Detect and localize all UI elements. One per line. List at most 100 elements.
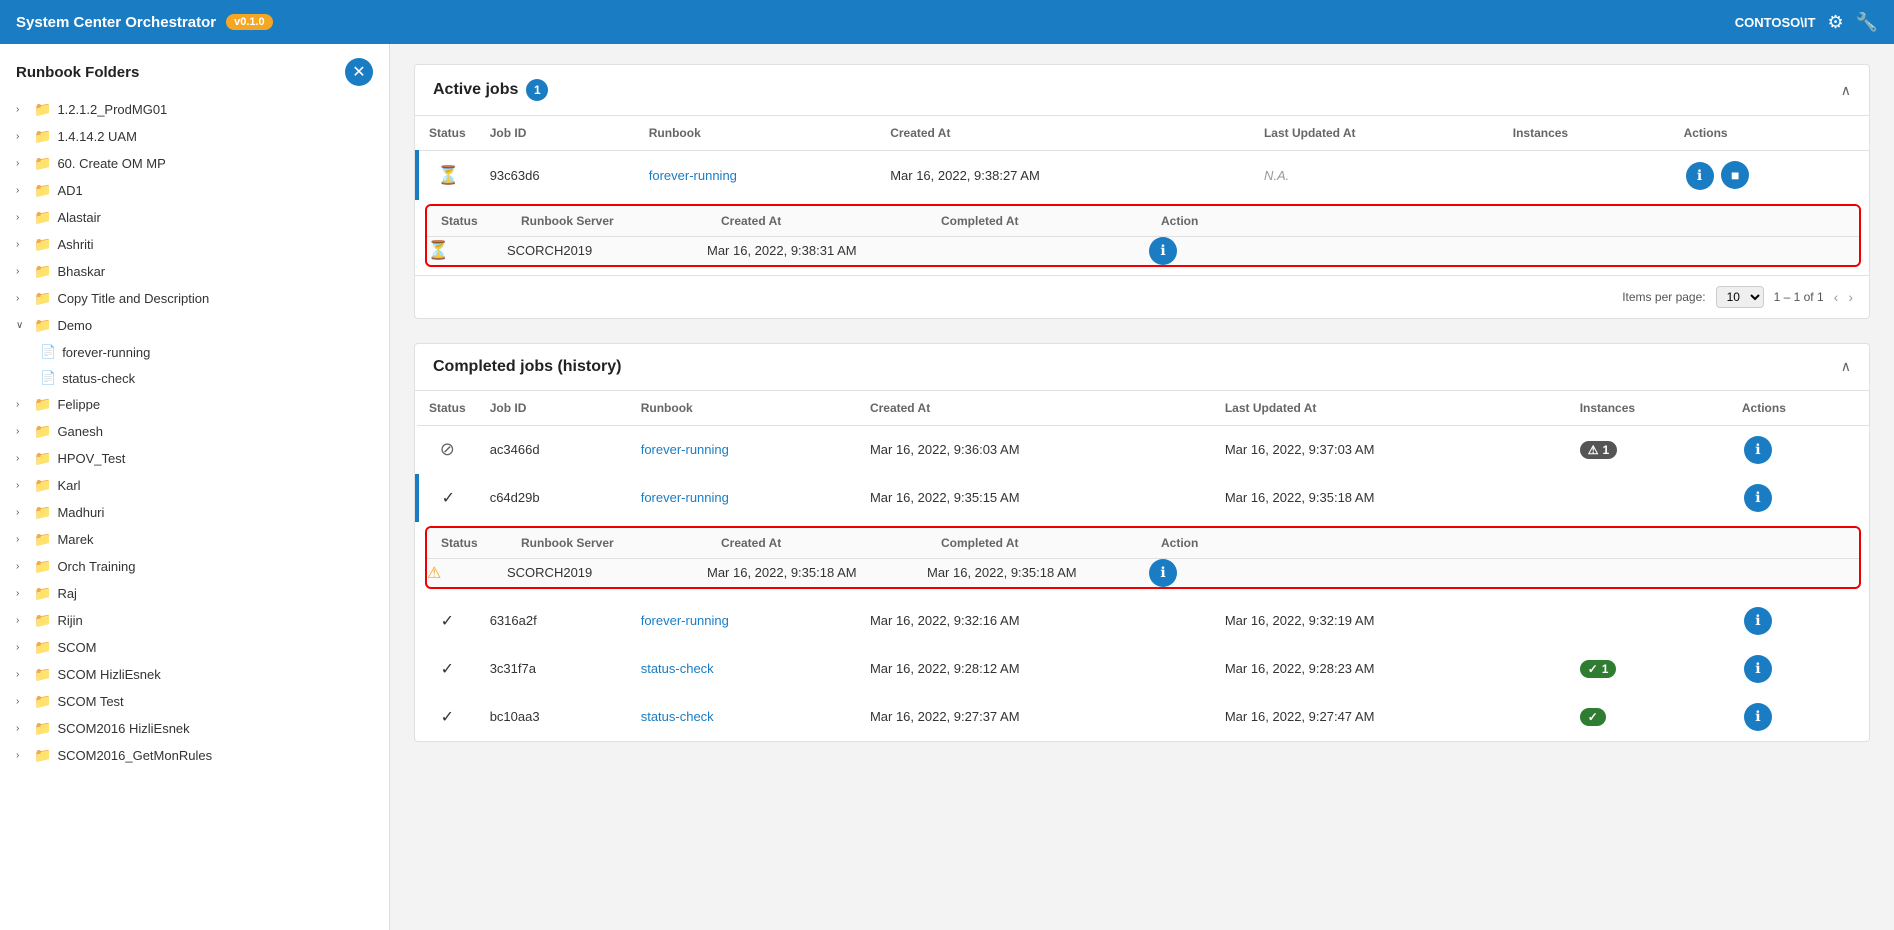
active-jobs-collapse-button[interactable]: ∧ <box>1841 82 1851 99</box>
completed-jobs-section: Completed jobs (history) ∧ Status Job ID… <box>414 343 1870 742</box>
sidebar-item-copytitle[interactable]: › 📁 Copy Title and Description <box>0 285 389 312</box>
sidebar-scroll[interactable]: › 📁 1.2.1.2_ProdMG01 › 📁 1.4.14.2 UAM › … <box>0 96 389 930</box>
sidebar-item-alastair[interactable]: › 📁 Alastair <box>0 204 389 231</box>
actions-cell: ℹ <box>1730 693 1869 741</box>
sidebar-item-label: Madhuri <box>57 505 104 520</box>
sub-col-server: Runbook Server <box>507 206 707 237</box>
sidebar-item-forever-running[interactable]: 📄 forever-running <box>0 339 389 365</box>
completed-jobs-collapse-button[interactable]: ∧ <box>1841 358 1851 375</box>
table-row[interactable]: ✓ bc10aa3 status-check Mar 16, 2022, 9:2… <box>417 693 1869 741</box>
sub-action-cell: ℹ <box>1147 236 1859 265</box>
active-sub-table-container: Status Runbook Server Created At Complet… <box>425 204 1861 267</box>
sub-info-button[interactable]: ℹ <box>1149 559 1177 587</box>
runbook-cell: status-check <box>629 693 858 741</box>
folder-icon: 📁 <box>34 396 51 413</box>
app-title: System Center Orchestrator <box>16 14 216 31</box>
main-layout: Runbook Folders ✕ › 📁 1.2.1.2_ProdMG01 ›… <box>0 44 1894 930</box>
sidebar-item-karl[interactable]: › 📁 Karl <box>0 472 389 499</box>
info-button[interactable]: ℹ <box>1744 484 1772 512</box>
sidebar-item-raj[interactable]: › 📁 Raj <box>0 580 389 607</box>
status-cell: ✓ <box>417 645 478 693</box>
sub-info-button[interactable]: ℹ <box>1149 237 1177 265</box>
completed-jobs-table: Status Job ID Runbook Created At Last Up… <box>415 391 1869 741</box>
sub-col-action: Action <box>1147 206 1859 237</box>
chevron-right-icon: › <box>16 480 28 491</box>
info-button[interactable]: ℹ <box>1744 655 1772 683</box>
sidebar-item-label: SCOM <box>57 640 96 655</box>
lastupdated-cell: N.A. <box>1252 151 1501 200</box>
folder-icon: 📁 <box>34 720 51 737</box>
wrench-icon[interactable]: 🔧 <box>1856 12 1878 33</box>
expanded-sub-row: Status Runbook Server Created At Complet… <box>417 522 1869 597</box>
runbook-link[interactable]: status-check <box>641 661 714 676</box>
expanded-sub-row: Status Runbook Server Created At Complet… <box>417 200 1869 275</box>
sidebar-item-demo[interactable]: ∨ 📁 Demo <box>0 312 389 339</box>
sidebar-item-1414[interactable]: › 📁 1.4.14.2 UAM <box>0 123 389 150</box>
sidebar-item-1212[interactable]: › 📁 1.2.1.2_ProdMG01 <box>0 96 389 123</box>
runbook-cell: forever-running <box>637 151 878 200</box>
gear-icon[interactable]: ⚙ <box>1827 12 1843 33</box>
table-row[interactable]: ✓ 3c31f7a status-check Mar 16, 2022, 9:2… <box>417 645 1869 693</box>
sidebar-item-scomhiz[interactable]: › 📁 SCOM HizliEsnek <box>0 661 389 688</box>
sidebar-item-ad1[interactable]: › 📁 AD1 <box>0 177 389 204</box>
sidebar-item-madhuri[interactable]: › 📁 Madhuri <box>0 499 389 526</box>
chevron-right-icon: › <box>16 615 28 626</box>
sidebar-item-scom[interactable]: › 📁 SCOM <box>0 634 389 661</box>
chevron-right-icon: › <box>16 696 28 707</box>
sidebar-item-bhaskar[interactable]: › 📁 Bhaskar <box>0 258 389 285</box>
jobid-cell: c64d29b <box>478 474 629 522</box>
sub-col-server: Runbook Server <box>507 528 707 559</box>
sub-completedat-cell <box>927 236 1147 265</box>
table-row[interactable]: ✓ 6316a2f forever-running Mar 16, 2022, … <box>417 597 1869 645</box>
info-button[interactable]: ℹ <box>1744 436 1772 464</box>
lastupdated-cell: Mar 16, 2022, 9:28:23 AM <box>1213 645 1568 693</box>
sidebar-item-status-check[interactable]: 📄 status-check <box>0 365 389 391</box>
folder-icon: 📁 <box>34 693 51 710</box>
info-button[interactable]: ℹ <box>1744 607 1772 635</box>
completed-sub-table-container: Status Runbook Server Created At Complet… <box>425 526 1861 589</box>
sidebar-item-label: SCOM2016_GetMonRules <box>57 748 212 763</box>
sidebar-item-ganesh[interactable]: › 📁 Ganesh <box>0 418 389 445</box>
sidebar-item-label: 1.4.14.2 UAM <box>57 129 137 144</box>
runbook-link[interactable]: forever-running <box>649 168 737 183</box>
table-row: ⏳ SCORCH2019 Mar 16, 2022, 9:38:31 AM ℹ <box>427 236 1859 265</box>
expanded-sub-cell: Status Runbook Server Created At Complet… <box>417 200 1869 275</box>
stop-button[interactable]: ■ <box>1721 161 1749 189</box>
sidebar-item-marek[interactable]: › 📁 Marek <box>0 526 389 553</box>
folder-icon: 📁 <box>34 182 51 199</box>
sidebar-item-rijin[interactable]: › 📁 Rijin <box>0 607 389 634</box>
sub-createdat-cell: Mar 16, 2022, 9:38:31 AM <box>707 236 927 265</box>
runbook-link[interactable]: forever-running <box>641 490 729 505</box>
table-row[interactable]: ✓ c64d29b forever-running Mar 16, 2022, … <box>417 474 1869 522</box>
createdat-cell: Mar 16, 2022, 9:27:37 AM <box>858 693 1213 741</box>
sidebar-close-button[interactable]: ✕ <box>345 58 373 86</box>
runbook-link[interactable]: status-check <box>641 709 714 724</box>
runbook-link[interactable]: forever-running <box>641 442 729 457</box>
actions-cell: ℹ <box>1730 425 1869 474</box>
sidebar-item-label: Felippe <box>57 397 100 412</box>
sidebar-item-scomtest[interactable]: › 📁 SCOM Test <box>0 688 389 715</box>
folder-icon: 📁 <box>34 531 51 548</box>
info-button[interactable]: ℹ <box>1686 162 1714 190</box>
sidebar-item-scom2016g[interactable]: › 📁 SCOM2016_GetMonRules <box>0 742 389 769</box>
next-page-button[interactable]: › <box>1848 289 1853 305</box>
createdat-cell: Mar 16, 2022, 9:36:03 AM <box>858 425 1213 474</box>
items-per-page-select[interactable]: 10 25 50 <box>1716 286 1764 308</box>
info-button[interactable]: ℹ <box>1744 703 1772 731</box>
sidebar-item-felippe[interactable]: › 📁 Felippe <box>0 391 389 418</box>
chevron-right-icon: › <box>16 426 28 437</box>
folder-icon: 📁 <box>34 263 51 280</box>
active-jobs-count: 1 <box>526 79 548 101</box>
sidebar-item-label: 1.2.1.2_ProdMG01 <box>57 102 167 117</box>
runbook-link[interactable]: forever-running <box>641 613 729 628</box>
sidebar-item-ashriti[interactable]: › 📁 Ashriti <box>0 231 389 258</box>
table-row[interactable]: ⏳ 93c63d6 forever-running Mar 16, 2022, … <box>417 151 1869 200</box>
sidebar-item-60[interactable]: › 📁 60. Create OM MP <box>0 150 389 177</box>
col-createdat: Created At <box>878 116 1252 151</box>
lastupdated-cell: Mar 16, 2022, 9:32:19 AM <box>1213 597 1568 645</box>
sidebar-item-scom2016[interactable]: › 📁 SCOM2016 HizliEsnek <box>0 715 389 742</box>
prev-page-button[interactable]: ‹ <box>1834 289 1839 305</box>
table-row[interactable]: ⊘ ac3466d forever-running Mar 16, 2022, … <box>417 425 1869 474</box>
sidebar-item-orch[interactable]: › 📁 Orch Training <box>0 553 389 580</box>
sidebar-item-hpov[interactable]: › 📁 HPOV_Test <box>0 445 389 472</box>
